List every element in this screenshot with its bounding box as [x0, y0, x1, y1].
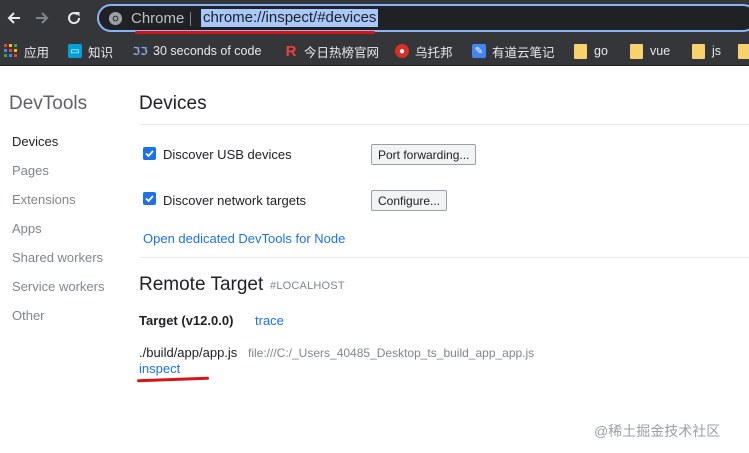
bookmark-label: vue — [650, 44, 671, 58]
youdao-note-icon: ✎ — [472, 44, 486, 58]
bookmark-zhishi[interactable]: ▭ 知识 — [68, 42, 113, 60]
forward-arrow-icon — [36, 12, 49, 24]
discover-usb-checkbox[interactable] — [143, 147, 156, 160]
bookmark-apps[interactable]: 应用 — [4, 42, 49, 60]
bookmarks-bar: 应用 ▭ 知识 ℑℑ 30 seconds of code R 今日热榜官网 ●… — [0, 36, 749, 66]
back-button[interactable] — [2, 6, 26, 30]
bookmark-30-seconds[interactable]: ℑℑ 30 seconds of code — [132, 42, 262, 60]
bookmark-label: 知识 — [88, 45, 114, 60]
devices-title: Devices — [139, 93, 207, 114]
open-node-devtools-link[interactable]: Open dedicated DevTools for Node — [143, 231, 345, 246]
inspect-link[interactable]: inspect — [139, 361, 180, 376]
bookmark-label: go — [594, 44, 608, 58]
bookmark-label: 今日热榜官网 — [304, 45, 380, 60]
folder-icon — [738, 43, 749, 59]
red-underline-annotation — [136, 376, 210, 383]
discover-network-checkbox[interactable] — [143, 192, 156, 205]
remote-target-title: Remote Target — [139, 274, 264, 295]
bookmark-label: 应用 — [24, 45, 50, 60]
forward-button[interactable] — [30, 6, 54, 30]
configure-button[interactable]: Configure... — [371, 190, 448, 211]
checkmark-icon — [145, 150, 154, 158]
bookmark-youdao[interactable]: ✎ 有道云笔记 — [472, 42, 555, 60]
sidebar-item-extensions[interactable]: Extensions — [12, 192, 76, 207]
localhost-tag: #LOCALHOST — [270, 280, 345, 292]
sidebar-title: DevTools — [9, 93, 88, 114]
script-path: ./build/app/app.js — [139, 345, 238, 360]
bookmark-folder-vue[interactable]: vue — [630, 42, 670, 60]
folder-icon — [692, 43, 705, 59]
trace-link[interactable]: trace — [255, 313, 284, 328]
sidebar-item-service-workers[interactable]: Service workers — [12, 279, 104, 294]
discover-network-label: Discover network targets — [163, 193, 307, 208]
bookmark-label: js — [712, 44, 722, 58]
sidebar-item-other[interactable]: Other — [12, 308, 45, 323]
red-circle-icon: ● — [395, 44, 409, 58]
checkmark-icon — [145, 195, 154, 203]
bookmark-folder-go[interactable]: go — [574, 42, 608, 60]
reload-icon — [68, 12, 81, 25]
script-url: file:///C:/_Users_40485_Desktop_ts_build… — [248, 346, 535, 360]
red-underline-annotation — [135, 31, 375, 34]
bookmark-label: 乌托邦 — [415, 45, 453, 60]
bookmark-label: 30 seconds of code — [153, 44, 262, 58]
bookmark-wutuobang[interactable]: ● 乌托邦 — [395, 42, 453, 60]
bookmark-label: 有道云笔记 — [492, 45, 555, 60]
watermark: @稀土掘金技术社区 — [594, 423, 721, 439]
code-icon: ℑℑ — [132, 45, 148, 58]
folder-icon — [630, 43, 643, 59]
discover-usb-label: Discover USB devices — [163, 147, 292, 162]
folder-icon — [574, 43, 587, 59]
target-name: Target (v12.0.0) — [139, 313, 234, 328]
bookmark-folder-more[interactable] — [738, 42, 749, 60]
address-bar[interactable]: Chrome chrome://inspect/#devices — [97, 4, 749, 32]
bookmark-folder-js[interactable]: js — [692, 42, 721, 60]
back-arrow-icon — [7, 12, 20, 24]
sidebar-item-pages[interactable]: Pages — [12, 163, 49, 178]
sidebar-item-devices[interactable]: Devices — [12, 134, 58, 149]
reload-button[interactable] — [62, 6, 86, 30]
r-logo-icon: R — [285, 42, 297, 60]
browser-toolbar: Chrome chrome://inspect/#devices — [0, 0, 749, 36]
omnibox-separator — [190, 12, 191, 26]
site-name: Chrome — [131, 10, 185, 27]
apps-grid-icon — [4, 44, 18, 58]
remote-target-divider — [139, 257, 749, 258]
bilibili-icon: ▭ — [68, 44, 82, 58]
chrome-icon — [108, 11, 123, 31]
bookmark-jinri-rebang[interactable]: R 今日热榜官网 — [284, 42, 379, 60]
sidebar-item-shared-workers[interactable]: Shared workers — [12, 250, 103, 265]
url-text[interactable]: chrome://inspect/#devices — [201, 9, 379, 27]
port-forwarding-button[interactable]: Port forwarding... — [371, 144, 477, 165]
sidebar-item-apps[interactable]: Apps — [12, 221, 42, 236]
devices-divider — [139, 124, 749, 125]
